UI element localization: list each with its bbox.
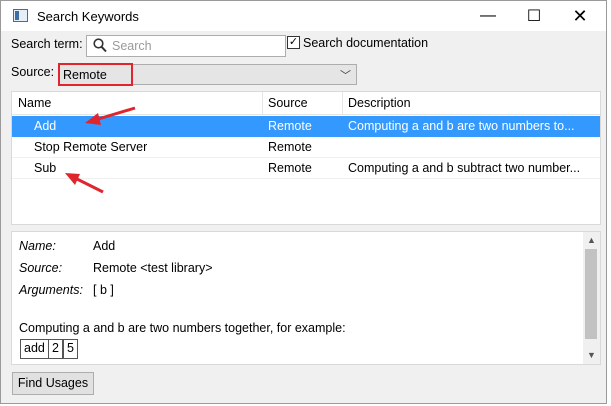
annotation-arrow-line bbox=[74, 176, 104, 194]
annotation-arrow-head bbox=[85, 113, 101, 125]
annotation-arrows bbox=[65, 106, 136, 194]
search-keywords-window: Search Keywords — ☐ ✕ Search term: ✓ Sea… bbox=[0, 0, 607, 404]
annotation-arrow-line bbox=[94, 106, 136, 122]
